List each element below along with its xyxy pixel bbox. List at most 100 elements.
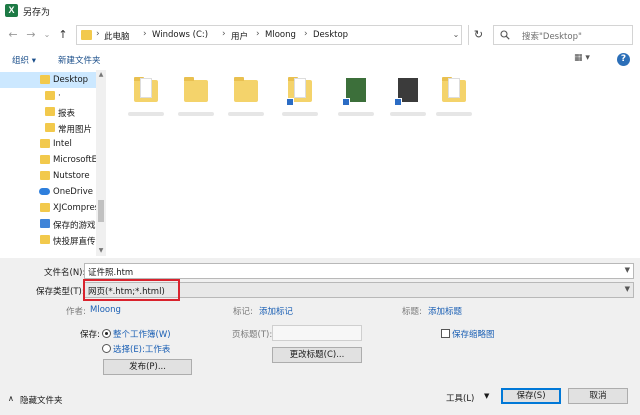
save-thumbnail-label[interactable]: 保存缩略图 bbox=[452, 328, 495, 340]
sidebar-item-microsoftedge[interactable]: MicrosoftE bbox=[0, 152, 98, 168]
sidebar-item-label: XJCompres bbox=[53, 203, 100, 213]
sidebar-item-label: OneDrive bbox=[53, 187, 93, 197]
search-icon bbox=[500, 30, 510, 40]
breadcrumb-users[interactable]: 用户 bbox=[231, 30, 248, 42]
sidebar-item-saved-games[interactable]: 保存的游戏 bbox=[0, 216, 96, 232]
folder-icon bbox=[45, 107, 55, 116]
file-item[interactable] bbox=[336, 76, 376, 126]
add-title-link[interactable]: 添加标题 bbox=[428, 305, 462, 317]
title-label: 标题: bbox=[402, 307, 422, 317]
breadcrumb-separator-icon: › bbox=[222, 29, 226, 39]
folder-icon bbox=[45, 91, 55, 100]
folder-icon bbox=[40, 171, 50, 180]
view-options-icon[interactable]: ▦ ▾ bbox=[574, 53, 600, 67]
radio-selection[interactable] bbox=[102, 344, 111, 353]
tools-chevron-down-icon[interactable]: ▼ bbox=[484, 392, 489, 400]
chevron-down-icon[interactable]: ▼ bbox=[625, 285, 630, 293]
blurred-filename bbox=[178, 112, 214, 116]
search-placeholder: 搜索"Desktop" bbox=[522, 32, 582, 42]
navigation-pane: Desktop · 报表 常用图片 Intel MicrosoftE Nutst… bbox=[0, 70, 108, 256]
folder-icon bbox=[40, 139, 50, 148]
radio-entire-workbook-label[interactable]: 整个工作簿(W) bbox=[113, 328, 171, 340]
folder-icon bbox=[184, 77, 208, 102]
breadcrumb-this-pc[interactable]: 此电脑 bbox=[104, 30, 130, 42]
tools-button[interactable]: 工具(L) bbox=[446, 392, 474, 404]
chevron-up-icon[interactable]: ∧ bbox=[8, 394, 14, 403]
folder-icon bbox=[40, 155, 50, 164]
breadcrumb-separator-icon: › bbox=[256, 29, 260, 39]
file-item[interactable] bbox=[126, 76, 166, 126]
navigation-bar: ← → ⌄ ↑ › 此电脑 › Windows (C:) › 用户 › Mloo… bbox=[0, 22, 640, 48]
sidebar-item-label: 快投屏直传 bbox=[53, 237, 96, 247]
sidebar-item-label: Intel bbox=[53, 139, 72, 149]
blurred-filename bbox=[228, 112, 264, 116]
file-item[interactable] bbox=[226, 76, 266, 126]
scroll-down-icon[interactable]: ▼ bbox=[96, 247, 106, 254]
sidebar-scrollbar[interactable]: ▲ ▼ bbox=[96, 70, 106, 256]
shortcut-arrow-icon bbox=[394, 98, 402, 106]
cloud-icon bbox=[39, 188, 50, 195]
filename-input[interactable]: 证件照.htm ▼ bbox=[84, 263, 634, 279]
sidebar-item-label: · bbox=[58, 91, 61, 101]
save-button[interactable]: 保存(S) bbox=[501, 388, 561, 404]
sidebar-item-onedrive[interactable]: OneDrive bbox=[0, 184, 96, 200]
breadcrumb-windows-c[interactable]: Windows (C:) bbox=[152, 30, 208, 40]
file-item[interactable] bbox=[434, 76, 474, 126]
sidebar-item-pictures[interactable]: 常用图片 bbox=[0, 120, 96, 136]
saved-games-icon bbox=[40, 219, 50, 228]
breadcrumb-mloong[interactable]: Mloong bbox=[265, 30, 296, 40]
file-type-label: 保存类型(T): bbox=[36, 287, 85, 297]
organize-button[interactable]: 组织 ▾ bbox=[12, 54, 36, 66]
back-arrow-icon[interactable]: ← bbox=[6, 28, 20, 42]
forward-arrow-icon[interactable]: → bbox=[24, 28, 38, 42]
sidebar-item-folder[interactable]: · bbox=[0, 88, 96, 104]
sidebar-item-desktop[interactable]: Desktop bbox=[0, 72, 96, 88]
sidebar-item-nutstore[interactable]: Nutstore bbox=[0, 168, 96, 184]
page-title-input[interactable] bbox=[272, 325, 362, 341]
help-icon[interactable]: ? bbox=[617, 53, 630, 66]
author-value[interactable]: Mloong bbox=[90, 305, 121, 315]
radio-entire-workbook[interactable] bbox=[102, 329, 111, 338]
file-item[interactable] bbox=[176, 76, 216, 126]
breadcrumb-separator-icon: › bbox=[143, 29, 147, 39]
up-arrow-icon[interactable]: ↑ bbox=[56, 28, 70, 42]
folder-icon bbox=[40, 75, 50, 84]
change-title-button[interactable]: 更改标题(C)... bbox=[272, 347, 362, 363]
refresh-icon[interactable]: ↻ bbox=[468, 25, 488, 45]
cancel-button[interactable]: 取消 bbox=[568, 388, 628, 404]
hide-folders-button[interactable]: 隐藏文件夹 bbox=[20, 394, 63, 406]
file-item[interactable] bbox=[280, 76, 320, 126]
chevron-down-icon[interactable]: ▼ bbox=[625, 266, 630, 274]
publish-button[interactable]: 发布(P)... bbox=[103, 359, 192, 375]
file-item[interactable] bbox=[388, 76, 428, 126]
sidebar-item-label: MicrosoftE bbox=[53, 155, 98, 165]
shortcut-arrow-icon bbox=[286, 98, 294, 106]
address-dropdown-chevron-icon[interactable]: ⌄ bbox=[450, 28, 462, 42]
save-scope-label: 保存: bbox=[80, 330, 100, 340]
scroll-up-icon[interactable]: ▲ bbox=[96, 71, 106, 78]
blurred-filename bbox=[436, 112, 472, 116]
sidebar-item-reports[interactable]: 报表 bbox=[0, 104, 96, 120]
folder-icon bbox=[234, 77, 258, 102]
file-list bbox=[110, 70, 640, 256]
scrollbar-thumb[interactable] bbox=[98, 200, 104, 222]
save-thumbnail-checkbox[interactable] bbox=[441, 329, 450, 338]
save-options-panel: 文件名(N): 证件照.htm ▼ 保存类型(T): 网页(*.htm;*.ht… bbox=[0, 258, 640, 415]
sidebar-item-screen-cast[interactable]: 快投屏直传 bbox=[0, 232, 96, 248]
filename-label: 文件名(N): bbox=[44, 268, 86, 278]
add-tags-link[interactable]: 添加标记 bbox=[259, 305, 293, 317]
address-bar[interactable]: › 此电脑 › Windows (C:) › 用户 › Mloong › Des… bbox=[76, 25, 462, 45]
breadcrumb-desktop[interactable]: Desktop bbox=[313, 30, 348, 40]
breadcrumb-separator-icon: › bbox=[304, 29, 308, 39]
blurred-filename bbox=[338, 112, 374, 116]
sidebar-item-label: 常用图片 bbox=[58, 125, 93, 135]
radio-selection-label[interactable]: 选择(E):工作表 bbox=[113, 343, 170, 355]
recent-locations-chevron-icon[interactable]: ⌄ bbox=[40, 28, 54, 42]
sidebar-item-intel[interactable]: Intel bbox=[0, 136, 96, 152]
filename-value: 证件照.htm bbox=[88, 268, 134, 278]
sidebar-item-xjcompress[interactable]: XJCompres bbox=[0, 200, 100, 216]
document-icon bbox=[140, 78, 152, 98]
blurred-filename bbox=[390, 112, 426, 116]
new-folder-button[interactable]: 新建文件夹 bbox=[58, 54, 101, 66]
search-input[interactable]: 搜索"Desktop" bbox=[493, 25, 633, 45]
